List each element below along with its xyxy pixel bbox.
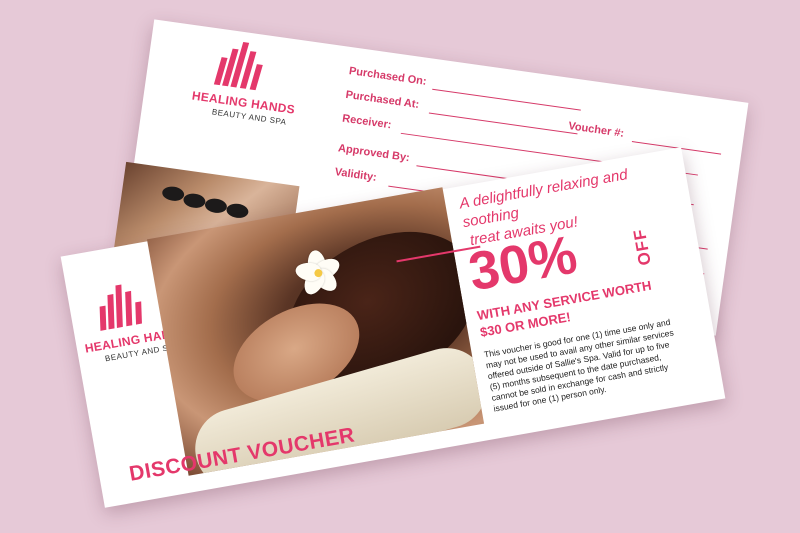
logo-icon bbox=[95, 282, 144, 331]
logo-icon bbox=[213, 39, 264, 91]
field-receiver-label: Receiver: bbox=[341, 112, 393, 132]
field-purchased-on-label: Purchased On: bbox=[348, 65, 428, 88]
flower-icon bbox=[292, 246, 345, 299]
field-purchased-on-line[interactable] bbox=[432, 88, 581, 111]
field-purchased-at-label: Purchased At: bbox=[344, 88, 420, 112]
off-label: OFF bbox=[629, 227, 655, 267]
field-voucher-number-label: Voucher #: bbox=[567, 120, 625, 140]
field-purchased-at-line[interactable] bbox=[428, 112, 578, 135]
field-validity-label: Validity: bbox=[333, 166, 378, 184]
field-approved-by-label: Approved By: bbox=[337, 142, 411, 165]
